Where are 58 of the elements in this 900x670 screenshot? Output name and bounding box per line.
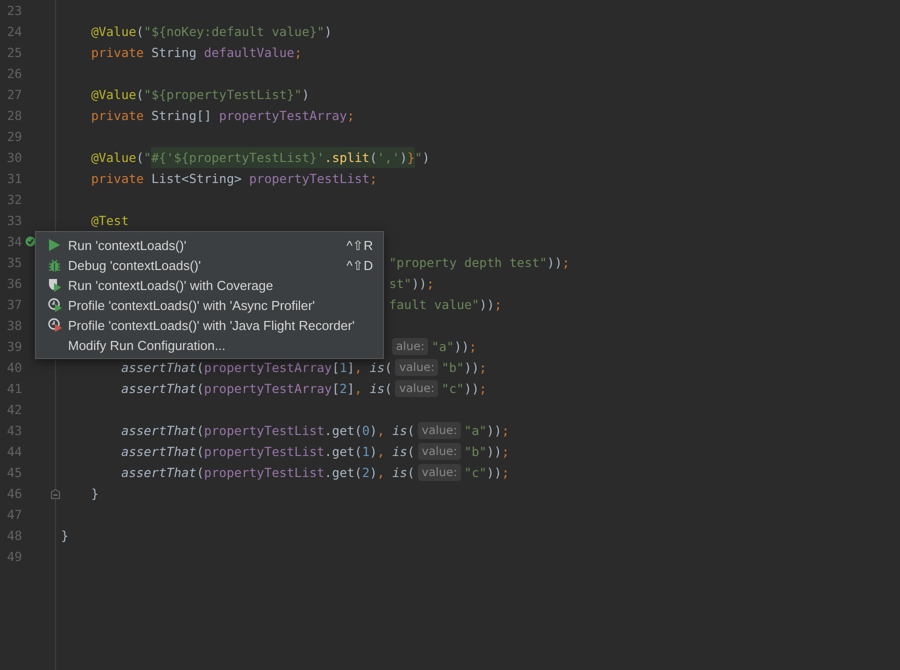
menu-item[interactable]: Profile 'contextLoads()' with 'Java Flight Recorder': [36, 315, 383, 335]
test-passed-icon[interactable]: [25, 236, 36, 247]
line-number: 35: [6, 255, 22, 270]
line-number: 36: [6, 276, 22, 291]
line-number: 26: [6, 66, 22, 81]
line-number: 33: [6, 213, 22, 228]
code-line: }: [61, 527, 69, 545]
line-number: 43: [6, 423, 22, 438]
line-number: 30: [6, 150, 22, 165]
code-line: alue: "a"));: [389, 336, 477, 357]
line-number: 47: [6, 507, 22, 522]
line-number: 48: [6, 528, 22, 543]
code-line: private String[] propertyTestArray;: [90, 107, 355, 125]
line-number: 49: [6, 549, 22, 564]
code-line: assertThat(propertyTestList.get(1), is( value: "b"));: [120, 442, 510, 462]
play-icon: [48, 239, 60, 251]
code-line: st"));: [389, 275, 434, 293]
line-number: 41: [6, 381, 22, 396]
line-number: 34: [6, 234, 22, 249]
line-number: 44: [6, 444, 22, 459]
code-line: }: [90, 485, 99, 503]
line-number: 25: [6, 45, 22, 60]
menu-item[interactable]: Run 'contextLoads()' with Coverage: [36, 275, 383, 295]
line-number: 28: [6, 108, 22, 123]
line-number: 38: [6, 318, 22, 333]
clock-play-icon: [48, 298, 62, 312]
bug-icon: [48, 258, 61, 272]
code-line: @Value("#{'${propertyTestList}'.split(',')}"): [61, 147, 430, 168]
code-line: @Value("${noKey:default value}"): [90, 23, 332, 41]
menu-item[interactable]: Debug 'contextLoads()' ^⇧D: [36, 255, 383, 275]
code-line: assertThat(propertyTestArray[1], is( value: "b"));: [120, 358, 487, 378]
code-line: @Test: [90, 212, 129, 230]
line-number: 27: [6, 87, 22, 102]
line-number: 23: [6, 3, 22, 18]
code-line: assertThat(propertyTestList.get(0), is( value: "a"));: [120, 421, 510, 441]
line-number: 42: [6, 402, 22, 417]
line-number: 39: [6, 339, 22, 354]
menu-item[interactable]: Profile 'contextLoads()' with 'Async Profiler': [36, 295, 383, 315]
shield-play-icon: [48, 278, 62, 292]
fold-icon[interactable]: [51, 488, 60, 498]
clock-play-icon: [48, 318, 62, 332]
menu-item[interactable]: Modify Run Configuration...: [36, 335, 383, 355]
code-line: assertThat(propertyTestList.get(2), is( value: "c"));: [120, 463, 510, 483]
line-number: 29: [6, 129, 22, 144]
code-line: fault value"));: [389, 296, 502, 314]
code-line: "property depth test"));: [389, 254, 570, 272]
line-number: 31: [6, 171, 22, 186]
line-number: 24: [6, 24, 22, 39]
code-line: @Value("${propertyTestList}"): [90, 86, 310, 104]
line-number: 37: [6, 297, 22, 312]
line-number: 32: [6, 192, 22, 207]
menu-item[interactable]: Run 'contextLoads()' ^⇧R: [36, 235, 383, 255]
code-line: private List<String> propertyTestList;: [90, 170, 378, 188]
line-number: 46: [6, 486, 22, 501]
code-line: assertThat(propertyTestArray[2], is( value: "c"));: [120, 379, 487, 399]
line-number: 40: [6, 360, 22, 375]
code-line: private String defaultValue;: [90, 44, 302, 62]
line-number: 45: [6, 465, 22, 480]
